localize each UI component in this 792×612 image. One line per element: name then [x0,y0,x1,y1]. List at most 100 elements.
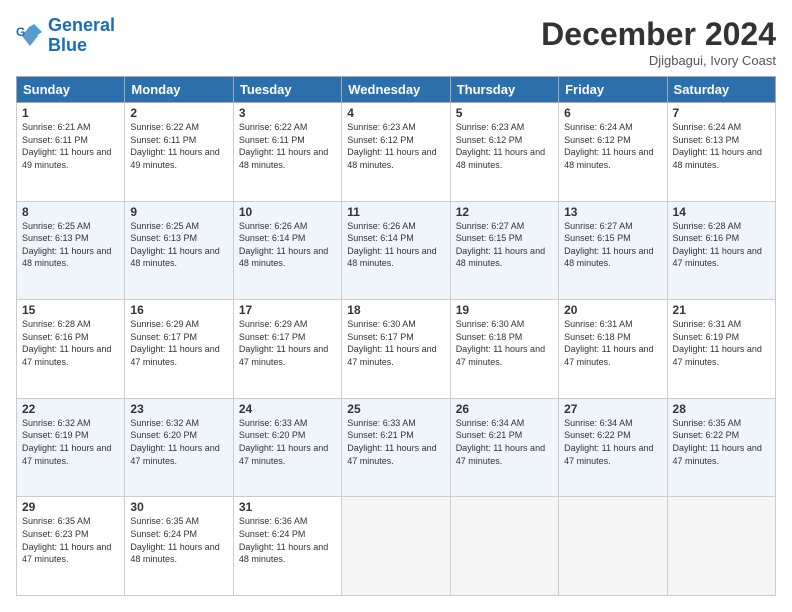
day-number: 10 [239,205,336,219]
table-row: 25 Sunrise: 6:33 AMSunset: 6:21 PMDayligh… [342,398,450,497]
day-number: 30 [130,500,227,514]
table-row [342,497,450,596]
day-number: 13 [564,205,661,219]
day-number: 25 [347,402,444,416]
logo-icon: G [16,22,44,50]
day-number: 26 [456,402,553,416]
day-info: Sunrise: 6:30 AMSunset: 6:17 PMDaylight:… [347,319,436,367]
table-row: 21Sunrise: 6:31 AMSunset: 6:19 PMDayligh… [667,300,775,399]
day-number: 16 [130,303,227,317]
day-info: Sunrise: 6:26 AMSunset: 6:14 PMDaylight:… [239,221,328,269]
day-info: Sunrise: 6:23 AMSunset: 6:12 PMDaylight:… [456,122,545,170]
title-area: December 2024 Djigbagui, Ivory Coast [541,16,776,68]
day-number: 31 [239,500,336,514]
day-info: Sunrise: 6:34 AMSunset: 6:21 PMDaylight:… [456,418,545,466]
table-row: 2 Sunrise: 6:22 AMSunset: 6:11 PMDaylight… [125,103,233,202]
day-info: Sunrise: 6:33 AMSunset: 6:21 PMDaylight:… [347,418,436,466]
day-number: 12 [456,205,553,219]
table-row: 12 Sunrise: 6:27 AMSunset: 6:15 PMDayligh… [450,201,558,300]
day-info: Sunrise: 6:29 AMSunset: 6:17 PMDaylight:… [239,319,328,367]
day-number: 7 [673,106,770,120]
day-info: Sunrise: 6:30 AMSunset: 6:18 PMDaylight:… [456,319,545,367]
calendar-week-row: 29 Sunrise: 6:35 AMSunset: 6:23 PMDayligh… [17,497,776,596]
day-number: 9 [130,205,227,219]
day-info: Sunrise: 6:27 AMSunset: 6:15 PMDaylight:… [456,221,545,269]
calendar-week-row: 1Sunrise: 6:21 AMSunset: 6:11 PMDaylight… [17,103,776,202]
day-number: 28 [673,402,770,416]
table-row [450,497,558,596]
day-info: Sunrise: 6:26 AMSunset: 6:14 PMDaylight:… [347,221,436,269]
day-info: Sunrise: 6:35 AMSunset: 6:23 PMDaylight:… [22,516,111,564]
day-number: 14 [673,205,770,219]
table-row: 8 Sunrise: 6:25 AMSunset: 6:13 PMDaylight… [17,201,125,300]
calendar-week-row: 8 Sunrise: 6:25 AMSunset: 6:13 PMDaylight… [17,201,776,300]
table-row: 29 Sunrise: 6:35 AMSunset: 6:23 PMDayligh… [17,497,125,596]
table-row: 14 Sunrise: 6:28 AMSunset: 6:16 PMDayligh… [667,201,775,300]
day-number: 29 [22,500,119,514]
table-row: 18Sunrise: 6:30 AMSunset: 6:17 PMDayligh… [342,300,450,399]
day-info: Sunrise: 6:34 AMSunset: 6:22 PMDaylight:… [564,418,653,466]
col-wednesday: Wednesday [342,77,450,103]
table-row: 31 Sunrise: 6:36 AMSunset: 6:24 PMDayligh… [233,497,341,596]
table-row: 22 Sunrise: 6:32 AMSunset: 6:19 PMDayligh… [17,398,125,497]
day-info: Sunrise: 6:36 AMSunset: 6:24 PMDaylight:… [239,516,328,564]
day-info: Sunrise: 6:24 AMSunset: 6:13 PMDaylight:… [673,122,762,170]
day-info: Sunrise: 6:28 AMSunset: 6:16 PMDaylight:… [673,221,762,269]
day-info: Sunrise: 6:25 AMSunset: 6:13 PMDaylight:… [22,221,111,269]
table-row: 15 Sunrise: 6:28 AMSunset: 6:16 PMDayligh… [17,300,125,399]
table-row: 9Sunrise: 6:25 AMSunset: 6:13 PMDaylight… [125,201,233,300]
day-number: 2 [130,106,227,120]
logo-text: General Blue [48,16,115,56]
day-number: 19 [456,303,553,317]
table-row: 17 Sunrise: 6:29 AMSunset: 6:17 PMDayligh… [233,300,341,399]
table-row: 27Sunrise: 6:34 AMSunset: 6:22 PMDayligh… [559,398,667,497]
table-row: 26 Sunrise: 6:34 AMSunset: 6:21 PMDayligh… [450,398,558,497]
day-number: 22 [22,402,119,416]
day-info: Sunrise: 6:28 AMSunset: 6:16 PMDaylight:… [22,319,111,367]
calendar-week-row: 22 Sunrise: 6:32 AMSunset: 6:19 PMDayligh… [17,398,776,497]
location: Djigbagui, Ivory Coast [541,53,776,68]
day-number: 24 [239,402,336,416]
table-row: 4 Sunrise: 6:23 AMSunset: 6:12 PMDaylight… [342,103,450,202]
day-info: Sunrise: 6:29 AMSunset: 6:17 PMDaylight:… [130,319,219,367]
day-number: 8 [22,205,119,219]
col-thursday: Thursday [450,77,558,103]
day-info: Sunrise: 6:22 AMSunset: 6:11 PMDaylight:… [130,122,219,170]
table-row: 11 Sunrise: 6:26 AMSunset: 6:14 PMDayligh… [342,201,450,300]
table-row: 24Sunrise: 6:33 AMSunset: 6:20 PMDayligh… [233,398,341,497]
col-sunday: Sunday [17,77,125,103]
table-row: 3Sunrise: 6:22 AMSunset: 6:11 PMDaylight… [233,103,341,202]
table-row [559,497,667,596]
day-number: 4 [347,106,444,120]
day-number: 3 [239,106,336,120]
table-row: 13 Sunrise: 6:27 AMSunset: 6:15 PMDayligh… [559,201,667,300]
day-number: 20 [564,303,661,317]
day-number: 11 [347,205,444,219]
day-info: Sunrise: 6:31 AMSunset: 6:18 PMDaylight:… [564,319,653,367]
day-number: 21 [673,303,770,317]
table-row: 16 Sunrise: 6:29 AMSunset: 6:17 PMDayligh… [125,300,233,399]
calendar-header-row: Sunday Monday Tuesday Wednesday Thursday… [17,77,776,103]
header: G General Blue December 2024 Djigbagui, … [16,16,776,68]
day-info: Sunrise: 6:32 AMSunset: 6:19 PMDaylight:… [22,418,111,466]
day-info: Sunrise: 6:35 AMSunset: 6:24 PMDaylight:… [130,516,219,564]
day-number: 5 [456,106,553,120]
day-info: Sunrise: 6:24 AMSunset: 6:12 PMDaylight:… [564,122,653,170]
table-row: 6Sunrise: 6:24 AMSunset: 6:12 PMDaylight… [559,103,667,202]
day-info: Sunrise: 6:23 AMSunset: 6:12 PMDaylight:… [347,122,436,170]
table-row [667,497,775,596]
day-info: Sunrise: 6:27 AMSunset: 6:15 PMDaylight:… [564,221,653,269]
calendar-week-row: 15 Sunrise: 6:28 AMSunset: 6:16 PMDayligh… [17,300,776,399]
table-row: 1Sunrise: 6:21 AMSunset: 6:11 PMDaylight… [17,103,125,202]
table-row: 10 Sunrise: 6:26 AMSunset: 6:14 PMDayligh… [233,201,341,300]
col-monday: Monday [125,77,233,103]
day-number: 17 [239,303,336,317]
day-info: Sunrise: 6:32 AMSunset: 6:20 PMDaylight:… [130,418,219,466]
table-row: 30 Sunrise: 6:35 AMSunset: 6:24 PMDayligh… [125,497,233,596]
table-row: 20 Sunrise: 6:31 AMSunset: 6:18 PMDayligh… [559,300,667,399]
col-saturday: Saturday [667,77,775,103]
page: G General Blue December 2024 Djigbagui, … [0,0,792,612]
day-number: 15 [22,303,119,317]
col-friday: Friday [559,77,667,103]
col-tuesday: Tuesday [233,77,341,103]
